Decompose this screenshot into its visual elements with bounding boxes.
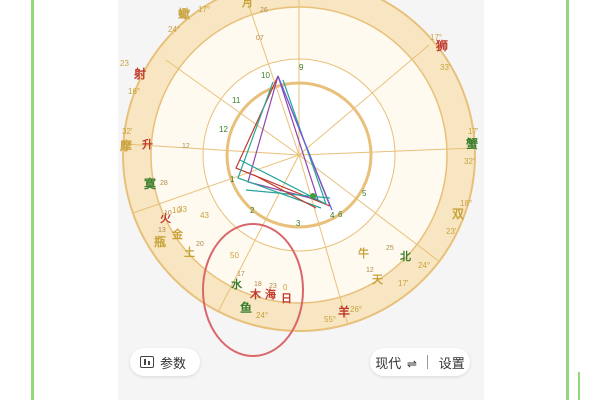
- toolbar-divider: [427, 355, 429, 369]
- svg-text:07: 07: [256, 35, 264, 42]
- sign-aries: 羊: [338, 304, 350, 319]
- svg-text:26: 26: [260, 7, 268, 14]
- svg-text:17°: 17°: [198, 5, 210, 14]
- sign-pisces: 鱼: [240, 300, 252, 315]
- svg-text:26°: 26°: [350, 305, 362, 314]
- house-5: 5: [362, 189, 367, 198]
- svg-text:32': 32': [464, 157, 475, 166]
- svg-text:10: 10: [164, 210, 172, 217]
- svg-text:24°: 24°: [418, 261, 430, 270]
- right-frame-border: [566, 0, 600, 400]
- swap-icon: ⇌: [406, 356, 417, 371]
- svg-text:17': 17': [398, 279, 409, 288]
- frame-accent-line: [578, 372, 580, 400]
- svg-text:50: 50: [230, 251, 239, 260]
- house-3: 3: [296, 219, 301, 228]
- svg-text:33': 33': [440, 63, 451, 72]
- sign-aquarius: 瓶: [154, 234, 166, 249]
- house-12: 12: [219, 125, 228, 134]
- svg-text:23': 23': [446, 227, 457, 236]
- svg-text:25: 25: [386, 245, 394, 252]
- planet-venus: 金: [171, 227, 184, 241]
- house-10: 10: [261, 71, 270, 80]
- svg-text:0: 0: [283, 283, 288, 292]
- planet-moon: 月: [241, 0, 253, 9]
- svg-text:13: 13: [158, 227, 166, 234]
- svg-text:33: 33: [178, 205, 187, 214]
- svg-text:23: 23: [269, 283, 277, 290]
- mode-switch-button[interactable]: 现代 ⇌: [375, 353, 417, 372]
- house-2: 2: [250, 206, 255, 215]
- svg-text:23: 23: [120, 59, 129, 68]
- aspect-point: [310, 193, 316, 199]
- sign-scorpio: 蠍: [178, 6, 190, 21]
- house-11: 11: [232, 96, 241, 105]
- sign-capricorn: 摩: [120, 138, 132, 153]
- mode-label: 现代: [375, 355, 402, 371]
- svg-text:43: 43: [200, 211, 209, 220]
- svg-text:16°: 16°: [128, 87, 140, 96]
- svg-text:18°: 18°: [460, 199, 472, 208]
- house-9: 9: [299, 63, 304, 72]
- svg-text:20: 20: [196, 241, 204, 248]
- planet-jupiter: 木: [249, 287, 262, 301]
- house-6: 6: [338, 210, 343, 219]
- house-1: 1: [230, 175, 235, 184]
- planet-uranus: 天: [372, 273, 384, 286]
- chart-params-icon: [140, 356, 154, 368]
- svg-text:17: 17: [237, 271, 245, 278]
- planet-ascendant: 升: [142, 137, 153, 151]
- sign-cancer: 蟹: [465, 136, 478, 151]
- planet-taurus-mark: 牛: [358, 246, 369, 260]
- params-label: 参数: [160, 355, 187, 371]
- svg-text:24°: 24°: [256, 311, 268, 320]
- house-4: 4: [330, 211, 335, 220]
- svg-text:28: 28: [160, 180, 168, 187]
- params-button[interactable]: 参数: [130, 348, 200, 376]
- left-frame-border: [0, 0, 34, 400]
- sign-gemini: 双: [452, 207, 464, 221]
- svg-text:32': 32': [122, 127, 133, 136]
- svg-text:17': 17': [468, 127, 479, 136]
- planet-mercury: 水: [231, 277, 243, 291]
- svg-text:18: 18: [254, 281, 262, 288]
- planet-north-node: 北: [400, 249, 411, 263]
- sign-sagittarius: 射: [133, 66, 146, 81]
- svg-text:17°: 17°: [430, 33, 442, 42]
- svg-text:55°: 55°: [324, 315, 336, 324]
- planet-saturn: 土: [184, 245, 195, 259]
- planet-sun: 日: [281, 292, 292, 305]
- svg-text:24°: 24°: [168, 25, 180, 34]
- svg-text:12: 12: [182, 143, 190, 150]
- mode-toolbar: 现代 ⇌ 设置: [370, 348, 470, 376]
- svg-text:12: 12: [366, 267, 374, 274]
- settings-button[interactable]: 设置: [439, 353, 465, 372]
- astrology-chart[interactable]: 9 10 11 12 1 2 3 4 5 6 蠍 射 摩 寞 瓶 鱼 羊 双 蟹…: [118, 0, 484, 400]
- sign-aquarius-a: 寞: [144, 176, 157, 191]
